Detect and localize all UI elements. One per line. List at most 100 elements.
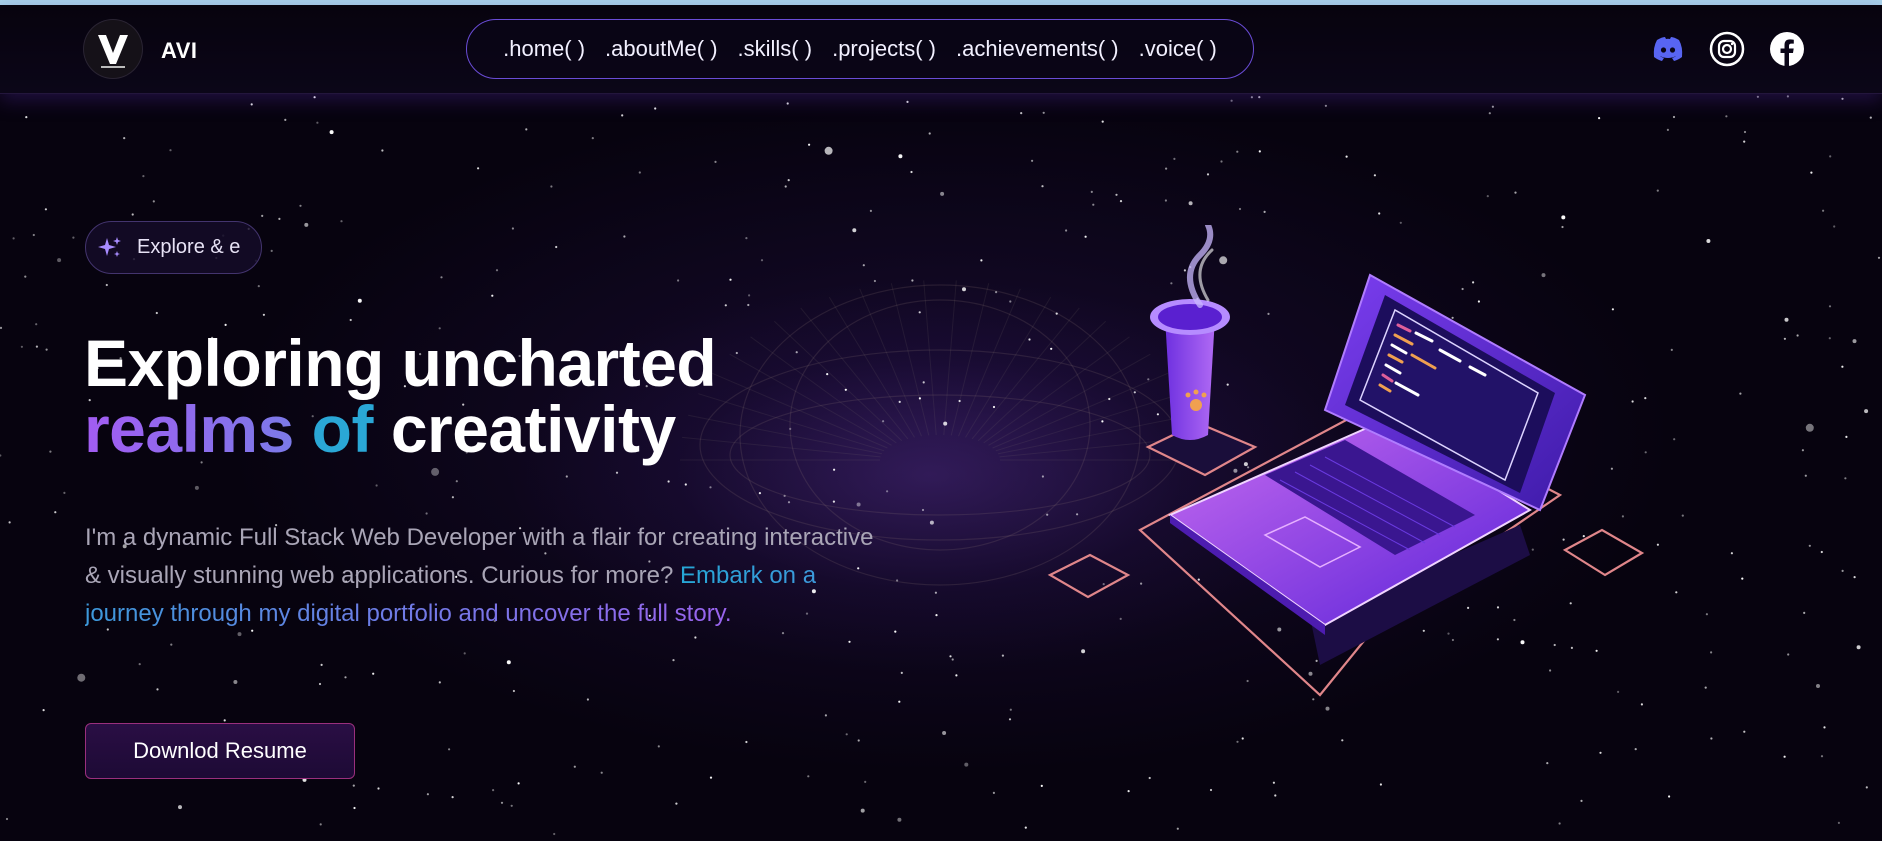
star <box>760 259 764 262</box>
star <box>299 204 302 207</box>
star <box>142 175 145 178</box>
star <box>1841 97 1844 100</box>
star <box>675 802 678 805</box>
star <box>451 796 454 799</box>
star <box>918 311 921 314</box>
star <box>1101 120 1104 123</box>
instagram-icon[interactable] <box>1709 31 1745 67</box>
star <box>1324 104 1327 107</box>
star <box>257 285 260 288</box>
discord-icon[interactable] <box>1650 31 1686 67</box>
star <box>1796 334 1799 337</box>
star <box>1220 160 1223 163</box>
star <box>57 258 62 263</box>
star <box>873 279 877 283</box>
nav-link-voice[interactable]: .voice( ) <box>1139 36 1217 62</box>
star <box>77 673 86 682</box>
star <box>894 630 897 633</box>
star <box>896 579 899 582</box>
vortex-line <box>950 283 990 436</box>
star <box>375 484 378 487</box>
star <box>951 658 954 661</box>
nav-link-about-me[interactable]: .aboutMe( ) <box>605 36 718 62</box>
star <box>138 663 141 666</box>
star <box>1173 157 1176 160</box>
star <box>278 217 281 220</box>
star <box>1488 112 1491 115</box>
star <box>918 397 922 400</box>
star <box>425 512 428 515</box>
star <box>353 806 356 810</box>
star <box>910 170 913 174</box>
star <box>1250 96 1253 99</box>
star <box>1666 128 1669 131</box>
star <box>1599 751 1602 754</box>
facebook-icon[interactable] <box>1769 31 1805 67</box>
star <box>1206 173 1210 176</box>
star <box>1042 111 1045 114</box>
star <box>381 149 384 152</box>
explore-badge: Explore & e <box>85 221 262 274</box>
star <box>1020 112 1023 115</box>
star <box>49 450 52 453</box>
nav-link-skills[interactable]: .skills( ) <box>738 36 813 62</box>
star <box>657 745 660 748</box>
star <box>525 128 528 131</box>
vortex-line <box>943 280 957 436</box>
star <box>1865 786 1868 789</box>
star <box>194 485 199 490</box>
download-resume-button[interactable]: Downlod Resume <box>85 723 355 779</box>
star <box>1808 544 1811 547</box>
star <box>152 200 155 203</box>
star <box>555 245 558 249</box>
star <box>1258 150 1261 153</box>
star <box>1784 317 1789 322</box>
star <box>898 700 901 703</box>
star <box>833 468 836 471</box>
star <box>1127 790 1130 793</box>
star <box>1675 591 1678 594</box>
star <box>845 733 848 736</box>
star <box>250 103 253 106</box>
nav-link-home[interactable]: .home( ) <box>503 36 585 62</box>
star <box>1092 203 1095 206</box>
star <box>511 227 514 230</box>
star <box>372 672 375 675</box>
star <box>506 660 511 665</box>
vortex-line <box>800 307 909 440</box>
star <box>1828 337 1831 340</box>
hero-description: I'm a dynamic Full Stack Web Developer w… <box>85 519 885 633</box>
v-logo-icon[interactable] <box>84 20 142 78</box>
star <box>1241 737 1244 740</box>
star <box>807 775 810 778</box>
star <box>857 739 860 742</box>
star <box>1743 140 1746 143</box>
star <box>787 501 791 504</box>
star <box>1272 781 1275 784</box>
star <box>44 208 48 211</box>
star <box>1681 514 1684 517</box>
star <box>1236 740 1239 743</box>
star <box>623 235 626 238</box>
star <box>898 154 903 159</box>
star <box>860 808 865 813</box>
nav-link-achievements[interactable]: .achievements( ) <box>956 36 1119 62</box>
star <box>431 467 440 476</box>
star <box>1816 684 1820 688</box>
star <box>898 400 901 403</box>
star <box>451 496 454 499</box>
star <box>1373 174 1376 177</box>
star <box>319 823 322 826</box>
star <box>156 688 159 691</box>
star <box>654 107 657 110</box>
star <box>1845 435 1848 438</box>
star <box>1852 339 1857 344</box>
star <box>1024 826 1027 829</box>
brand-name[interactable]: AVI <box>161 38 198 64</box>
star <box>573 765 576 768</box>
star <box>1877 256 1881 259</box>
star <box>1820 550 1823 554</box>
star <box>1263 210 1266 213</box>
nav-link-projects[interactable]: .projects( ) <box>832 36 936 62</box>
star <box>1841 569 1844 573</box>
